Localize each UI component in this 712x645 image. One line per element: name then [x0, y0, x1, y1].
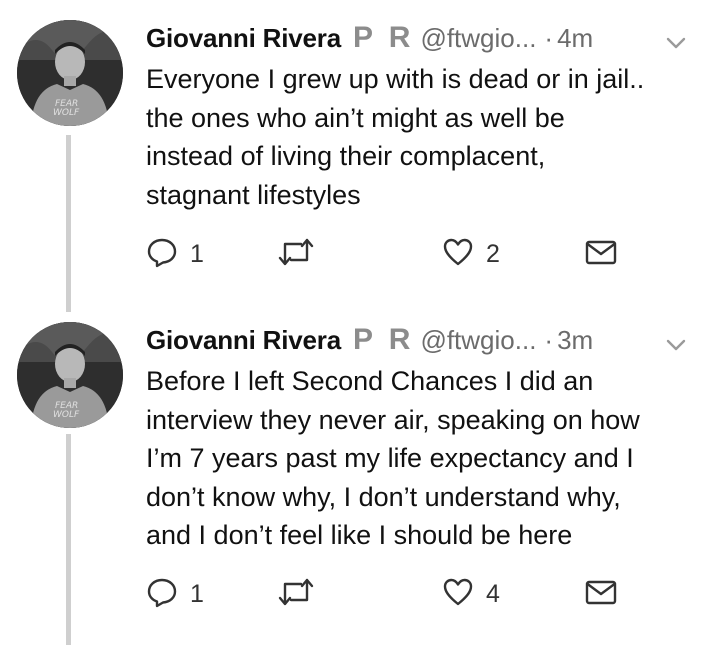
- timestamp[interactable]: 3m: [557, 325, 593, 356]
- tweet-text-line: Before I left Second Chances I did an: [146, 366, 594, 396]
- like-button[interactable]: 4: [442, 576, 500, 612]
- author-name[interactable]: Giovanni Rivera: [146, 23, 341, 54]
- retweet-icon: [276, 576, 316, 613]
- chevron-down-icon[interactable]: [666, 26, 686, 57]
- reply-icon: [146, 576, 178, 613]
- reply-icon: [146, 236, 178, 273]
- direct-message-button[interactable]: [584, 236, 618, 272]
- tweet-actions: 1 4: [146, 576, 626, 612]
- name-badge: P R: [352, 21, 415, 54]
- svg-text:WOLF: WOLF: [53, 108, 80, 118]
- reply-count: 1: [190, 239, 204, 268]
- tweet-text-line: stagnant lifestyles: [146, 179, 361, 210]
- direct-message-button[interactable]: [584, 576, 618, 612]
- like-count: 2: [486, 239, 500, 268]
- envelope-icon: [584, 236, 618, 273]
- heart-icon: [442, 576, 474, 613]
- separator: ·: [544, 324, 554, 355]
- tweet-text-line: and I don’t feel like I should be here: [146, 520, 573, 550]
- tweet-header: Giovanni Rivera P R @ftwgio... · 4m: [146, 20, 686, 56]
- tweet-text-line: the ones who ain’t might as well be: [146, 102, 565, 133]
- avatar[interactable]: FEAR WOLF: [17, 20, 123, 126]
- retweet-button[interactable]: [276, 236, 328, 272]
- tweet[interactable]: FEAR WOLF Giovanni Rivera P R @ftwgio...…: [0, 312, 712, 645]
- tweet-text-line: don’t know why, I don’t understand why,: [146, 481, 621, 512]
- tweet-text-line: I’m 7 years past my life expectancy and …: [146, 443, 634, 473]
- heart-icon: [442, 236, 474, 273]
- author-handle[interactable]: @ftwgio...: [420, 23, 536, 54]
- tweet-text: Before I left Second Chances I did an in…: [146, 362, 706, 555]
- retweet-icon: [276, 236, 316, 273]
- separator: ·: [544, 22, 554, 53]
- thread-line: [66, 135, 71, 312]
- svg-text:WOLF: WOLF: [53, 410, 80, 420]
- reply-button[interactable]: 1: [146, 576, 204, 612]
- tweet-text-line: interview they never air, speaking on ho…: [146, 404, 640, 435]
- tweet-actions: 1 2: [146, 236, 626, 272]
- tweet-header: Giovanni Rivera P R @ftwgio... · 3m: [146, 322, 686, 358]
- like-button[interactable]: 2: [442, 236, 500, 272]
- timestamp[interactable]: 4m: [557, 23, 593, 54]
- name-badge: P R: [352, 323, 415, 356]
- tweet-text-line: Everyone I grew up with is dead or in ja…: [146, 64, 645, 94]
- thread-line: [66, 434, 71, 645]
- tweet-text: Everyone I grew up with is dead or in ja…: [146, 60, 706, 214]
- author-handle[interactable]: @ftwgio...: [420, 325, 536, 356]
- tweet[interactable]: FEAR WOLF Giovanni Rivera P R @ftwgio...…: [0, 0, 712, 312]
- reply-button[interactable]: 1: [146, 236, 204, 272]
- avatar[interactable]: FEAR WOLF: [17, 322, 123, 428]
- tweet-text-line: instead of living their complacent,: [146, 141, 546, 171]
- reply-count: 1: [190, 579, 204, 608]
- envelope-icon: [584, 576, 618, 613]
- retweet-button[interactable]: [276, 576, 328, 612]
- like-count: 4: [486, 579, 500, 608]
- author-name[interactable]: Giovanni Rivera: [146, 325, 341, 356]
- chevron-down-icon[interactable]: [666, 328, 686, 359]
